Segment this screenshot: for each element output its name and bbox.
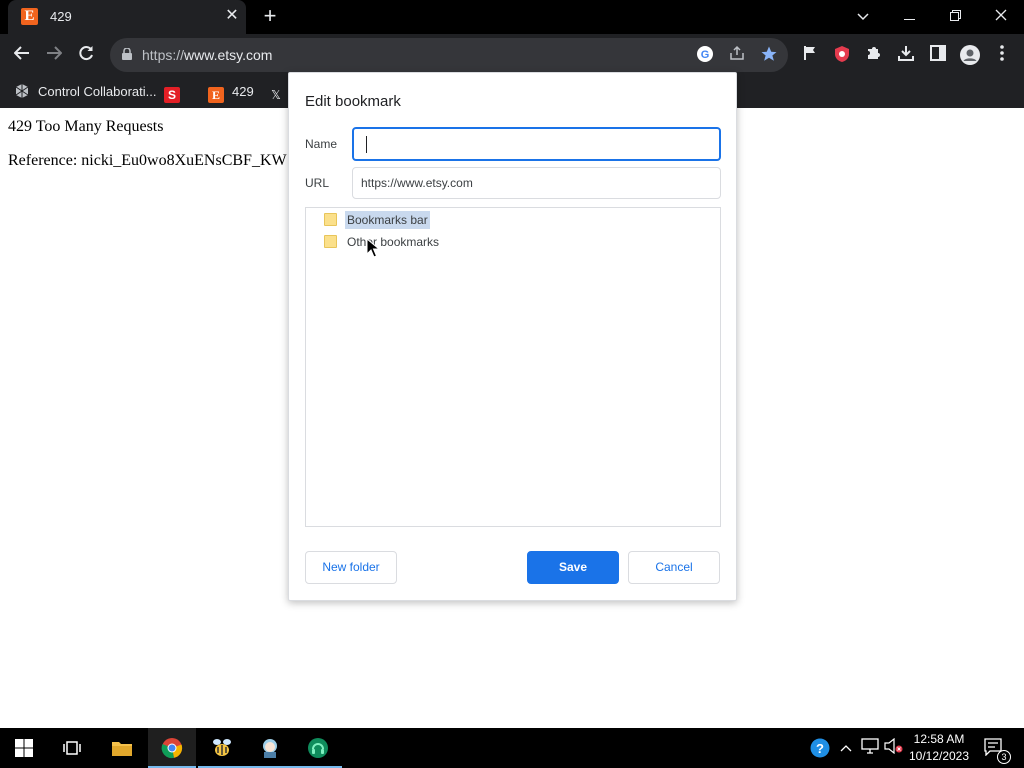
tab-search-chevron-down-icon[interactable] <box>840 0 886 32</box>
chrome-taskbar-icon[interactable] <box>148 728 196 768</box>
shield-extension-icon[interactable] <box>832 45 852 65</box>
new-folder-button[interactable]: New folder <box>305 551 397 584</box>
url-scheme: https:// <box>142 47 185 63</box>
menu-kebab-icon[interactable] <box>992 45 1012 65</box>
clock-date: 10/12/2023 <box>908 749 970 763</box>
etsy-favicon-icon: E <box>21 8 38 25</box>
help-icon[interactable]: ? <box>810 738 830 758</box>
restore-button[interactable] <box>932 0 978 32</box>
etsy-icon: E <box>208 87 224 103</box>
task-view-icon[interactable] <box>48 728 96 768</box>
cancel-button[interactable]: Cancel <box>628 551 720 584</box>
edit-bookmark-dialog: Edit bookmark Name URL https://www.etsy.… <box>288 72 737 601</box>
text-caret <box>366 136 367 153</box>
url-host: www.etsy.com <box>184 47 273 63</box>
download-icon[interactable] <box>896 45 916 65</box>
url-text[interactable]: https://www.etsy.com <box>142 47 272 63</box>
browser-tab[interactable]: E 429 ✕ <box>8 0 246 34</box>
file-explorer-icon[interactable] <box>98 728 146 768</box>
bookmark-label: 429 <box>232 84 254 99</box>
windows-taskbar: ? 12:58 AM 10/12/2023 3 <box>0 728 1024 768</box>
extensions-puzzle-icon[interactable] <box>864 45 884 65</box>
error-reference: Reference: nicki_Eu0wo8XuENsCBF_KW <box>8 152 287 169</box>
folder-label: Other bookmarks <box>347 235 440 249</box>
tab-strip: E 429 ✕ + <box>0 0 1024 34</box>
bee-app-icon[interactable] <box>198 728 246 768</box>
address-bar[interactable]: https://www.etsy.com G <box>110 38 788 72</box>
browser-toolbar: https://www.etsy.com G <box>0 34 1024 76</box>
flag-extension-icon[interactable] <box>800 45 820 65</box>
name-label: Name <box>305 137 338 151</box>
svg-text:G: G <box>701 49 710 61</box>
bookmark-control-collaboration[interactable]: Control Collaborati... <box>14 82 157 102</box>
bookmark-429[interactable]: E 429 <box>208 82 254 103</box>
save-button[interactable]: Save <box>527 551 619 584</box>
url-label: URL <box>305 176 330 190</box>
error-heading: 429 Too Many Requests <box>8 118 164 135</box>
svg-text:?: ? <box>816 741 824 756</box>
extension-icon <box>14 83 30 99</box>
bookmark-name-input[interactable] <box>352 127 721 161</box>
close-window-button[interactable] <box>978 0 1024 32</box>
bookmark-label: Control Collaborati... <box>38 84 157 99</box>
tab-title: 429 <box>50 9 72 24</box>
reload-button[interactable] <box>73 42 99 68</box>
google-lens-icon[interactable]: G <box>695 45 715 65</box>
x-logo-icon: 𝕏 <box>271 88 281 102</box>
clock-time: 12:58 AM <box>913 732 965 746</box>
volume-muted-icon[interactable] <box>884 737 904 758</box>
minimize-button[interactable] <box>886 0 932 32</box>
folder-icon <box>324 213 337 226</box>
green-app-icon[interactable] <box>294 728 342 768</box>
new-tab-button[interactable]: + <box>259 5 281 27</box>
taskbar-clock[interactable]: 12:58 AM 10/12/2023 <box>906 731 972 765</box>
folder-icon <box>324 235 337 248</box>
folder-label: Bookmarks bar <box>345 211 430 229</box>
profile-avatar-icon[interactable] <box>960 45 980 65</box>
bookmark-star-icon[interactable] <box>759 45 779 65</box>
back-button[interactable] <box>9 42 35 68</box>
mouse-cursor-icon <box>366 238 380 258</box>
bookmark-s[interactable]: S <box>164 82 188 103</box>
notification-count-badge: 3 <box>997 750 1011 764</box>
forward-button[interactable] <box>41 42 67 68</box>
share-icon[interactable] <box>727 45 747 65</box>
start-windows-icon[interactable] <box>0 728 48 768</box>
network-icon[interactable] <box>860 738 880 758</box>
side-panel-icon[interactable] <box>928 45 948 65</box>
tab-close-icon[interactable]: ✕ <box>223 7 241 25</box>
character-app-icon[interactable] <box>246 728 294 768</box>
bookmark-url-input[interactable]: https://www.etsy.com <box>352 167 721 199</box>
show-hidden-icons-chevron-up-icon[interactable] <box>836 738 856 758</box>
lock-icon[interactable] <box>122 48 132 60</box>
dialog-title: Edit bookmark <box>305 93 401 110</box>
s-logo-icon: S <box>164 87 180 103</box>
